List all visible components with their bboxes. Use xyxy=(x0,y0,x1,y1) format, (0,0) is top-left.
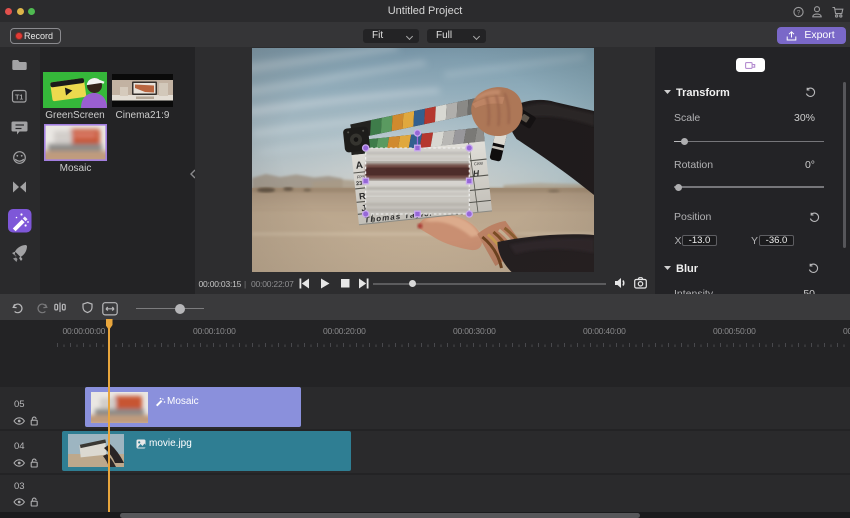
svg-text:?: ? xyxy=(797,10,801,17)
svg-text:T1: T1 xyxy=(15,95,23,102)
